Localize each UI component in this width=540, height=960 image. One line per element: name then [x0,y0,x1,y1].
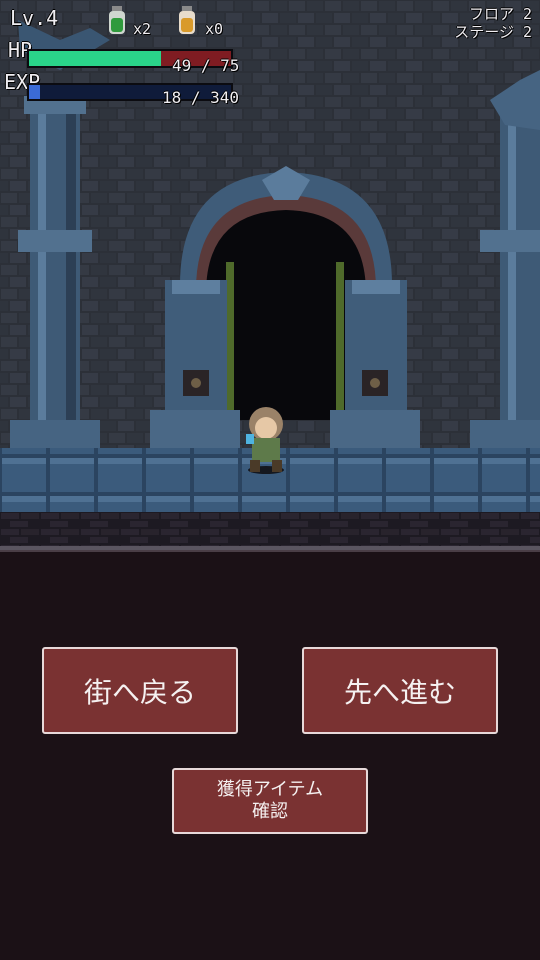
level-label: Lv.4 [10,6,59,30]
green-potion-count: x2 [133,20,152,38]
exp-value: 18 / 340 [162,88,240,107]
yellow-potion-count: x0 [205,20,224,38]
check-items-label-line2: 確認 [252,801,288,822]
check-items-button[interactable]: 獲得アイテム 確認 [172,768,368,834]
return-to-town-button[interactable]: 街へ戻る [42,647,238,734]
check-items-label-line1: 獲得アイテム [216,779,324,800]
stage-label: ステージ 2 [454,23,532,41]
hp-bar-fill [29,51,161,66]
yellow-potion-icon [179,6,195,34]
green-potion-icon [109,6,125,34]
exp-bar-fill [29,85,40,99]
hp-value: 49 / 75 [172,56,240,75]
floor-label: フロア 2 [468,5,532,23]
go-forward-button[interactable]: 先へ進む [302,647,498,734]
action-panel [0,550,540,960]
